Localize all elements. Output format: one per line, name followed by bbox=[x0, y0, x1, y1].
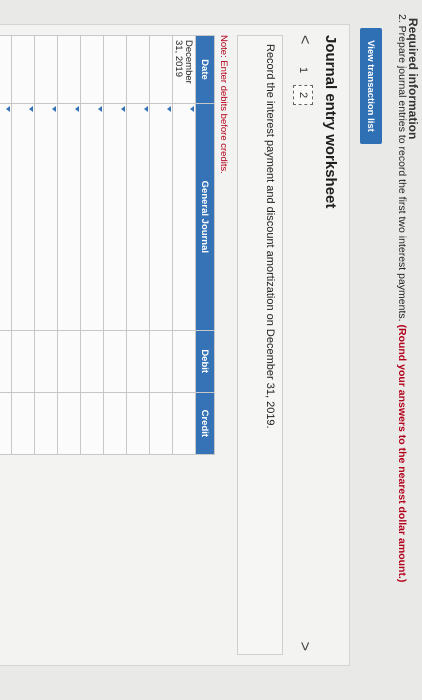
date-cell[interactable] bbox=[103, 35, 127, 104]
dropdown-caret-icon[interactable] bbox=[75, 105, 79, 112]
date-cell[interactable] bbox=[11, 35, 35, 104]
debit-input[interactable] bbox=[80, 330, 104, 393]
debit-input[interactable] bbox=[34, 330, 58, 393]
view-transaction-list-button[interactable]: View transaction list bbox=[360, 28, 382, 144]
credit-input[interactable] bbox=[149, 392, 173, 455]
question-emphasis: (Round your answers to the nearest dolla… bbox=[396, 324, 408, 583]
debit-input[interactable] bbox=[0, 330, 12, 393]
journal-worksheet: Journal entry worksheet < 1 2 > Record t… bbox=[0, 24, 350, 666]
date-cell[interactable] bbox=[0, 35, 12, 104]
date-cell[interactable]: December 31, 2019 bbox=[172, 35, 196, 104]
date-cell[interactable] bbox=[34, 35, 58, 104]
section-heading: Required information bbox=[406, 18, 420, 140]
date-cell[interactable] bbox=[80, 35, 104, 104]
journal-header-row: Date General Journal Debit Credit bbox=[195, 35, 215, 455]
credit-header: Credit bbox=[195, 392, 215, 455]
journal-table: Date General Journal Debit Credit Decemb… bbox=[0, 35, 215, 455]
date-header: Date bbox=[195, 35, 215, 104]
journal-body: December 31, 2019 bbox=[0, 35, 196, 455]
table-row bbox=[80, 35, 104, 455]
table-row bbox=[0, 35, 12, 455]
table-row bbox=[11, 35, 35, 455]
table-row bbox=[103, 35, 127, 455]
next-page-icon[interactable]: > bbox=[295, 642, 313, 651]
debit-input[interactable] bbox=[126, 330, 150, 393]
table-row bbox=[34, 35, 58, 455]
dropdown-caret-icon[interactable] bbox=[144, 105, 148, 112]
table-row bbox=[126, 35, 150, 455]
account-select[interactable] bbox=[80, 103, 104, 331]
credit-input[interactable] bbox=[103, 392, 127, 455]
account-select[interactable] bbox=[34, 103, 58, 331]
credit-input[interactable] bbox=[0, 392, 12, 455]
debit-input[interactable] bbox=[172, 330, 196, 393]
credit-input[interactable] bbox=[172, 392, 196, 455]
credit-input[interactable] bbox=[34, 392, 58, 455]
account-select[interactable] bbox=[126, 103, 150, 331]
page-tab-2[interactable]: 2 bbox=[293, 85, 313, 105]
dropdown-caret-icon[interactable] bbox=[29, 105, 33, 112]
debit-input[interactable] bbox=[149, 330, 173, 393]
table-row bbox=[57, 35, 81, 455]
credit-input[interactable] bbox=[57, 392, 81, 455]
instruction-box: Record the interest payment and discount… bbox=[237, 35, 283, 655]
credit-input[interactable] bbox=[11, 392, 35, 455]
dropdown-caret-icon[interactable] bbox=[98, 105, 102, 112]
question-text: 2. Prepare journal entries to record the… bbox=[396, 14, 408, 694]
account-header: General Journal bbox=[195, 103, 215, 331]
account-select[interactable] bbox=[0, 103, 12, 331]
account-select[interactable] bbox=[103, 103, 127, 331]
page-tab-1[interactable]: 1 bbox=[295, 63, 311, 77]
debit-input[interactable] bbox=[11, 330, 35, 393]
account-select[interactable] bbox=[172, 103, 196, 331]
account-select[interactable] bbox=[149, 103, 173, 331]
debit-input[interactable] bbox=[103, 330, 127, 393]
account-select[interactable] bbox=[11, 103, 35, 331]
table-row bbox=[149, 35, 173, 455]
question-main: 2. Prepare journal entries to record the… bbox=[396, 14, 408, 322]
account-select[interactable] bbox=[57, 103, 81, 331]
dropdown-caret-icon[interactable] bbox=[6, 105, 10, 112]
note-text: Note: Enter debits before credits. bbox=[218, 35, 229, 174]
prev-page-icon[interactable]: < bbox=[295, 35, 313, 44]
dropdown-caret-icon[interactable] bbox=[167, 105, 171, 112]
date-cell[interactable] bbox=[57, 35, 81, 104]
date-cell[interactable] bbox=[149, 35, 173, 104]
date-cell[interactable] bbox=[126, 35, 150, 104]
screen-page: Required information 2. Prepare journal … bbox=[0, 0, 422, 700]
worksheet-title: Journal entry worksheet bbox=[322, 35, 339, 209]
table-row: December 31, 2019 bbox=[172, 35, 196, 455]
debit-input[interactable] bbox=[57, 330, 81, 393]
credit-input[interactable] bbox=[80, 392, 104, 455]
debit-header: Debit bbox=[195, 330, 215, 393]
dropdown-caret-icon[interactable] bbox=[190, 105, 194, 112]
dropdown-caret-icon[interactable] bbox=[52, 105, 56, 112]
credit-input[interactable] bbox=[126, 392, 150, 455]
dropdown-caret-icon[interactable] bbox=[121, 105, 125, 112]
